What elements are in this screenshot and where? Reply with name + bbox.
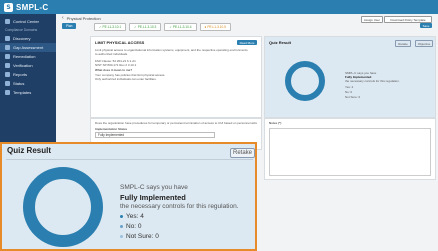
sidebar-item-label: Status [13,81,25,86]
save-button[interactable]: Save [420,23,432,28]
legend-label-no: No: 0 [126,223,142,230]
app-name: SMPL-C [16,2,49,12]
verification-icon [5,63,10,68]
sidebar-item-label: Control Center [13,19,40,24]
divider [6,159,253,160]
sidebar-item-reports[interactable]: Reports [0,70,56,79]
sidebar-group-label: Compliance Domains [5,28,38,32]
notes-textarea[interactable] [269,128,431,176]
sidebar-item-templates[interactable]: Templates [0,88,56,97]
legend-not-sure: Not Sure: 0 [120,233,159,240]
status-value: Fully Implemented [98,133,125,137]
quiz-result-title-zoom: Quiz Result [7,146,52,155]
tab-control-4[interactable]: ✓ PE.L1-3.10.4 [164,23,197,31]
sidebar-item-label: Discovery [13,36,31,41]
quiz-yes-small: Yes: 4 [345,85,354,89]
read-more-button[interactable]: Read More [237,40,257,45]
quiz-tail: the necessary controls for this regulati… [120,203,239,210]
quiz-no-small: No: 0 [345,90,353,94]
logo-mark-icon: S [4,2,13,12]
what-heading: What does it mean to me? [95,68,133,72]
quiz-result-card: Quiz Result Retake Objective SMPL-C says… [264,36,436,118]
sidebar-item-label: Verification [13,63,33,68]
sidebar-item-remediation[interactable]: Remediation [0,52,56,61]
control-tabs: ✓ PE.L1-3.10.1 ✓ PE.L1-3.10.3 ✓ PE.L1-3.… [94,23,231,31]
quiz-result-title: Quiz Result [269,40,292,45]
sidebar-item-gap-assessment[interactable]: Gap Assessment [0,43,56,52]
status-select[interactable]: Fully Implemented [95,132,215,138]
remediation-icon [5,54,10,59]
notes-card: Notes (*) [264,118,436,180]
what-description-cont: Only authorized individuals can enter fa… [95,77,157,81]
objective-button[interactable]: Objective [415,40,433,47]
quiz-result-zoom: Quiz Result Retake SMPL-C says you have … [0,142,257,251]
back-arrow-icon[interactable]: ‹ [62,15,64,21]
sidebar-item-label: Gap Assessment [13,45,44,50]
quiz-status: Fully Implemented [120,193,186,202]
reports-icon [5,72,10,77]
legend-label-not-sure: Not Sure: 0 [126,233,159,240]
status-icon [5,81,10,86]
sidebar-item-label: Remediation [13,54,36,59]
question-text: Does the organization have procedures fo… [95,121,257,125]
legend-yes: Yes: 4 [120,213,144,220]
control-card: LIMIT PHYSICAL ACCESS Read More Limit ph… [90,36,262,118]
quiz-donut-small [285,61,325,101]
page-title: Physical Protection [66,15,101,21]
control-description-cont: to authorized individuals. [95,52,129,56]
tab-control-5[interactable]: ● PE.L1-3.10.5 [199,23,231,31]
download-template-button[interactable]: Download Policy Template [384,16,432,23]
dashboard-icon [5,19,10,24]
top-bar: S SMPL-C [0,0,438,14]
status-label: Implementation Status [95,127,128,131]
assign-user-button[interactable]: Assign User [361,16,383,23]
legend-dot-not-sure [120,235,123,238]
sidebar-item-label: Reports [13,72,28,77]
sidebar-item-control-center[interactable]: Control Center [0,17,56,26]
quiz-tail-small: the necessary controls for this regulati… [345,79,400,83]
quiz-notsure-small: Not Sure: 0 [345,95,361,99]
donut-slice-yes-small [285,61,325,101]
nist-reference: NIST SP 800-171 Rev 2 3.10.1 [95,63,137,67]
quiz-donut-chart [23,167,103,247]
sidebar-item-status[interactable]: Status [0,79,56,88]
legend-dot-yes [120,215,123,218]
app-logo[interactable]: S SMPL-C [4,1,48,13]
retake-button[interactable]: Retake [230,148,255,158]
notes-title: Notes (*) [269,121,282,125]
quiz-says: SMPL-C says you have [120,184,188,191]
legend-dot-no [120,225,123,228]
templates-icon [5,90,10,95]
sidebar-item-discovery[interactable]: Discovery [0,34,56,43]
assessment-icon [5,45,10,50]
control-title: LIMIT PHYSICAL ACCESS [95,40,145,45]
breadcrumb: ‹ Physical Protection [62,15,101,21]
donut-slice-yes [23,167,103,247]
legend-label-yes: Yes: 4 [126,213,144,220]
tab-control-1[interactable]: ✓ PE.L1-3.10.1 [94,23,127,31]
legend-no: No: 0 [120,223,142,230]
tab-plan[interactable]: Plan [62,23,77,29]
discovery-icon [5,36,10,41]
tab-control-3[interactable]: ✓ PE.L1-3.10.3 [129,23,162,31]
sidebar-item-label: Templates [13,90,32,95]
retake-button-small[interactable]: Retake [395,40,411,47]
sidebar-item-verification[interactable]: Verification [0,61,56,70]
